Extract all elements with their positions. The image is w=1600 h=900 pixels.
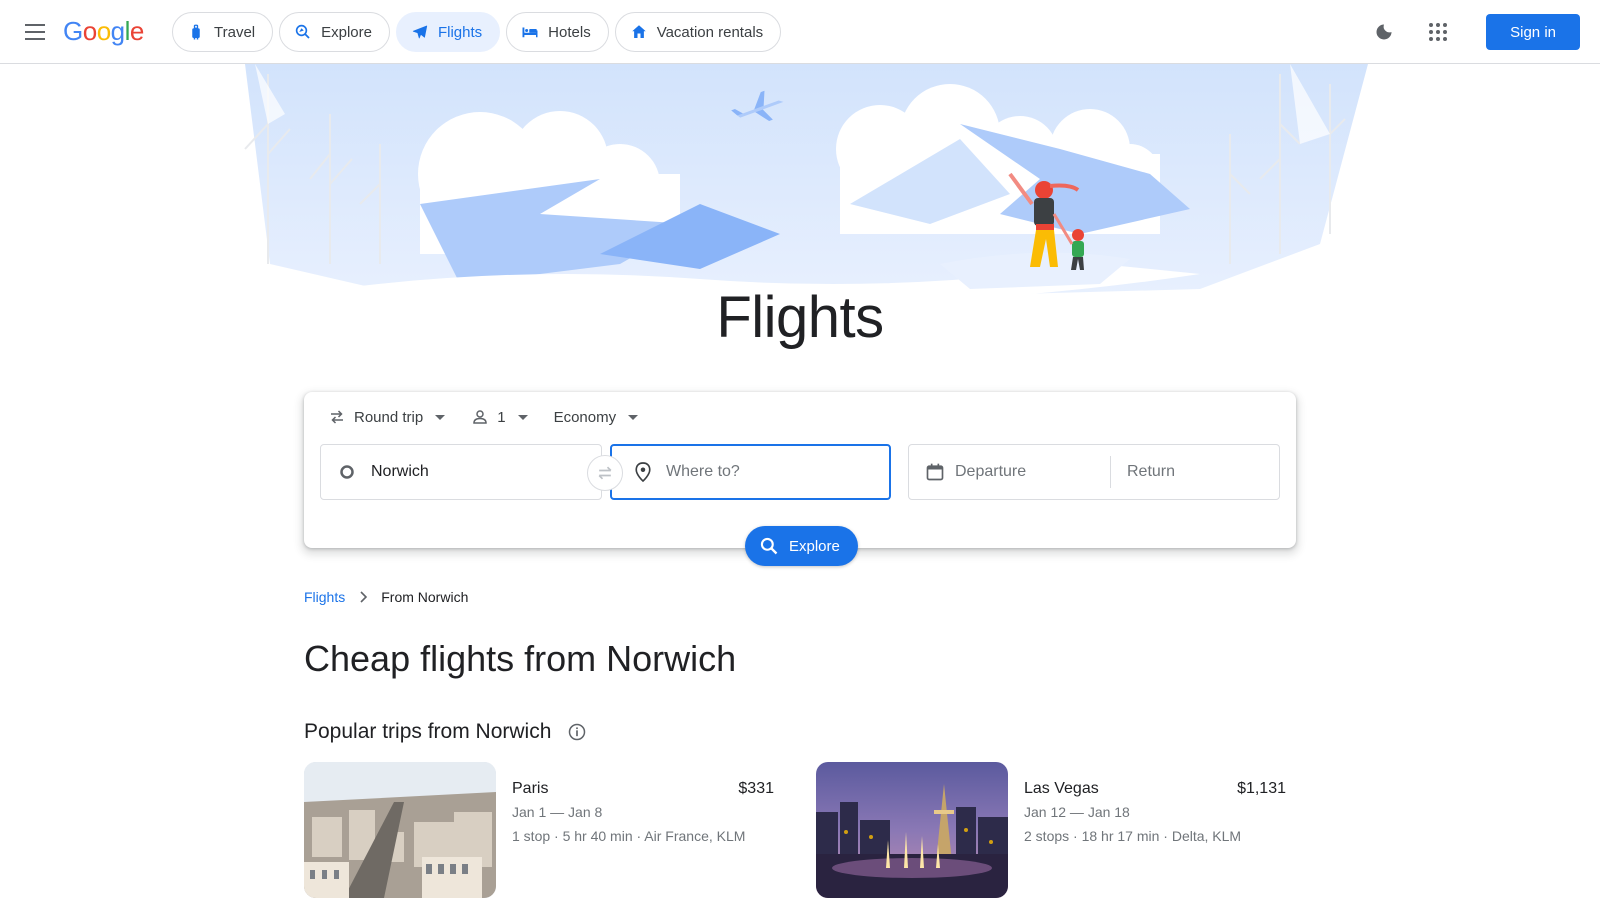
destination-field[interactable]: Where to?: [610, 444, 891, 500]
travel-nav: Travel Explore Flights Hotels Vacation r…: [172, 12, 782, 52]
nav-vacation-rentals-label: Vacation rentals: [656, 23, 764, 41]
origin-circle-icon: [340, 465, 354, 479]
search-options: Round trip 1 Economy: [328, 408, 639, 426]
calendar-icon: [926, 463, 944, 481]
trip-city: Las Vegas: [1024, 780, 1099, 797]
trip-info: 1 stop · 5 hr 40 min · Air France, KLM: [512, 828, 746, 844]
las-vegas-photo: [816, 762, 1008, 898]
airplane-icon: [412, 25, 428, 39]
breadcrumb: Flights From Norwich: [304, 589, 468, 605]
moon-icon: [1376, 24, 1392, 40]
search-icon: [760, 537, 778, 555]
trip-price: $331: [738, 780, 774, 797]
flight-search-card: Round trip 1 Economy Norwich Where to? D…: [304, 392, 1296, 548]
destination-placeholder: Where to?: [666, 463, 740, 480]
sign-in-button[interactable]: Sign in: [1486, 14, 1580, 50]
trip-price: $1,131: [1237, 780, 1286, 797]
nav-vacation-rentals[interactable]: Vacation rentals: [614, 12, 782, 52]
paris-photo: [304, 762, 496, 898]
nav-travel[interactable]: Travel: [172, 12, 274, 52]
passengers-select[interactable]: 1: [471, 408, 528, 426]
bed-icon: [522, 27, 538, 38]
departure-placeholder: Departure: [955, 463, 1027, 480]
nav-flights[interactable]: Flights: [395, 12, 501, 52]
hamburger-menu-icon: [25, 24, 45, 40]
apps-grid-icon: [1429, 23, 1448, 41]
passengers-value: 1: [497, 408, 506, 426]
nav-hotels-label: Hotels: [548, 23, 591, 41]
popular-trips-title: Popular trips from Norwich: [304, 720, 552, 743]
dark-mode-toggle[interactable]: [1364, 12, 1404, 52]
trip-type-value: Round trip: [354, 408, 424, 426]
date-divider: [1110, 456, 1111, 488]
departure-date-input[interactable]: Departure: [925, 462, 1110, 482]
google-logo[interactable]: Google: [63, 16, 144, 47]
location-pin-icon: [635, 462, 651, 483]
trip-card-paris[interactable]: Paris $331 Jan 1 — Jan 8 1 stop · 5 hr 4…: [304, 762, 774, 898]
date-range-field[interactable]: Departure Return: [908, 444, 1280, 500]
swap-arrows-icon: [331, 410, 343, 424]
apps-button[interactable]: [1418, 12, 1458, 52]
info-icon[interactable]: [567, 722, 587, 742]
house-icon: [631, 25, 646, 38]
trip-type-select[interactable]: Round trip: [328, 408, 446, 426]
swap-locations-button[interactable]: [587, 455, 623, 491]
cabin-class-value: Economy: [553, 408, 617, 426]
chevron-right-icon: [360, 591, 368, 603]
header-actions: Sign in: [1364, 12, 1580, 52]
nav-explore-label: Explore: [321, 23, 372, 41]
main-menu-button[interactable]: [16, 12, 56, 52]
explore-button[interactable]: Explore: [745, 526, 858, 566]
nav-explore[interactable]: Explore: [279, 12, 390, 52]
breadcrumb-flights-link[interactable]: Flights: [304, 589, 345, 605]
caret-down-icon: [628, 414, 639, 420]
swap-icon: [598, 466, 612, 480]
origin-field[interactable]: Norwich: [320, 444, 602, 500]
explore-button-label: Explore: [789, 537, 840, 555]
cabin-class-select[interactable]: Economy: [554, 409, 639, 426]
top-bar: Google Travel Explore Flights Hotels Vac…: [0, 0, 1600, 64]
explore-icon: [295, 24, 310, 39]
trip-card-las-vegas[interactable]: Las Vegas $1,131 Jan 12 — Jan 18 2 stops…: [816, 762, 1286, 898]
origin-value: Norwich: [371, 463, 429, 480]
breadcrumb-current: From Norwich: [381, 589, 469, 605]
return-date-input[interactable]: Return: [1127, 463, 1175, 481]
trip-dates: Jan 1 — Jan 8: [512, 804, 603, 820]
popular-trips-heading: Popular trips from Norwich: [304, 720, 587, 744]
page-hero-title: Flights: [716, 285, 884, 350]
trip-dates: Jan 12 — Jan 18: [1024, 804, 1130, 820]
nav-flights-label: Flights: [437, 23, 483, 41]
caret-down-icon: [435, 414, 446, 420]
trip-city: Paris: [512, 780, 549, 797]
nav-travel-label: Travel: [214, 23, 256, 41]
trip-info: 2 stops · 18 hr 17 min · Delta, KLM: [1024, 828, 1242, 844]
caret-down-icon: [517, 414, 528, 420]
hero-illustration: [0, 64, 1600, 304]
page-heading: Cheap flights from Norwich: [304, 638, 737, 679]
person-icon: [473, 410, 487, 424]
nav-hotels[interactable]: Hotels: [506, 12, 609, 52]
suitcase-icon: [192, 24, 200, 40]
